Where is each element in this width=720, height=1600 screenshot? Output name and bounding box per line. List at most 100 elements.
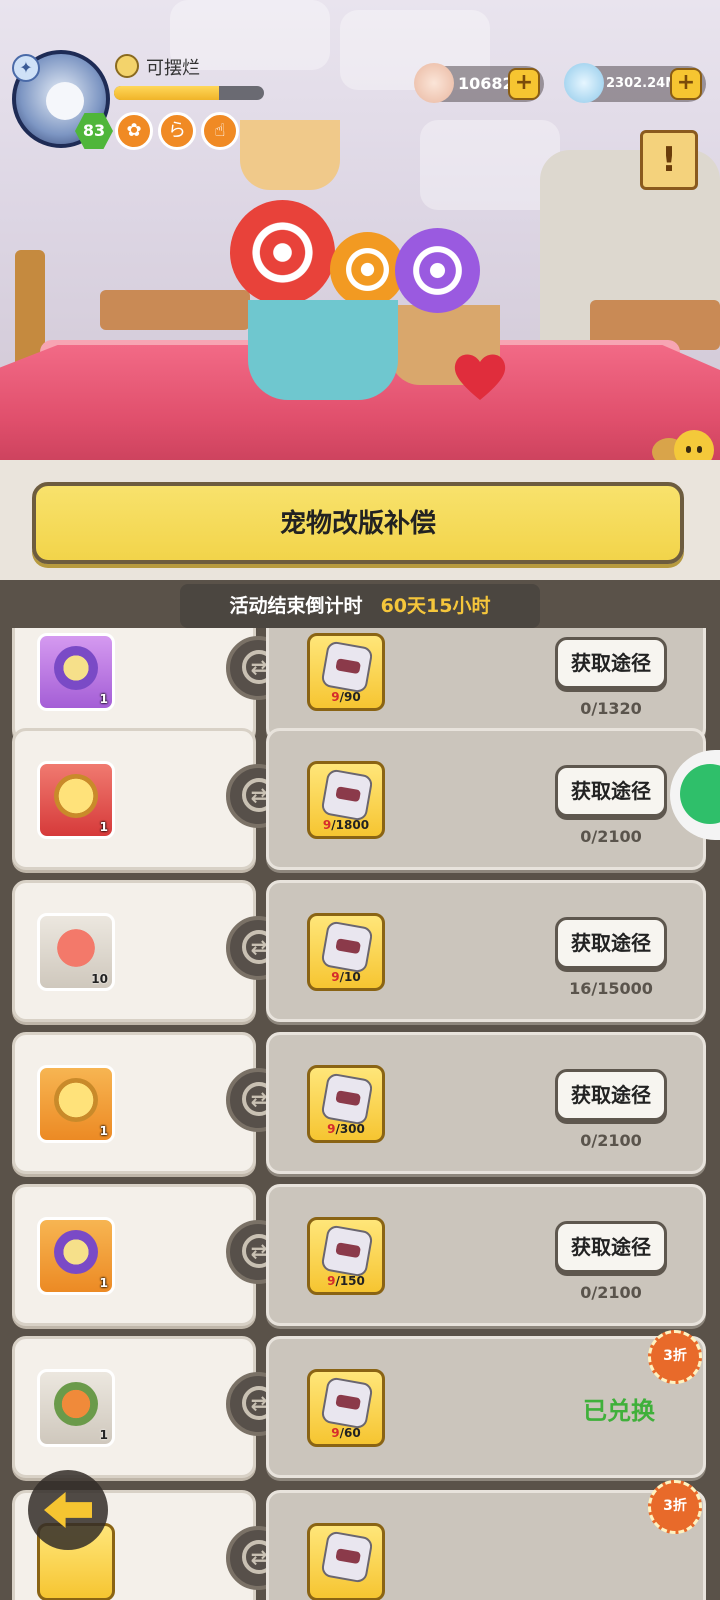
blue-basket (248, 300, 398, 400)
required-need: /1800 (331, 818, 370, 832)
required-need: /90 (339, 690, 361, 704)
required-item-slot[interactable]: 9/60 (307, 1369, 385, 1447)
orange-lollipop (330, 232, 405, 307)
reward-card: 1 (12, 1336, 256, 1478)
crystal-currency-value: 2302.24M (606, 76, 679, 91)
exchange-progress: 0/2100 (580, 1131, 642, 1150)
required-have: 9 (331, 970, 340, 984)
add-crystal-button[interactable]: + (670, 68, 702, 100)
reward-card: 10 (12, 880, 256, 1022)
reward-item-slot[interactable]: 1 (37, 761, 115, 839)
pet-stone-icon (320, 1224, 374, 1278)
reward-item-slot[interactable]: 1 (37, 1369, 115, 1447)
event-title-banner: 宠物改版补偿 (32, 482, 684, 564)
exchange-progress: 0/2100 (580, 1283, 642, 1302)
redeemed-label: 已兑换 (583, 1397, 655, 1425)
purple-chest-icon (54, 646, 98, 690)
get-source-button[interactable]: 获取途径 (555, 765, 667, 817)
back-arrow-icon (44, 1492, 92, 1528)
orange-chest-icon (54, 1078, 98, 1122)
shell-currency-value: 10682 (458, 74, 514, 93)
pet-stone-icon (320, 1376, 374, 1430)
requirement-card: 9/90 获取途径 0/1320 (266, 628, 706, 742)
exchange-row: 1 ⇄ 9/1800 获取途径 0/2100 (0, 728, 720, 876)
starfish-icon (54, 926, 98, 970)
red-chest-icon (54, 774, 98, 818)
required-need: /60 (339, 1426, 361, 1440)
required-item-slot[interactable]: 9/1800 (307, 761, 385, 839)
purple-lollipop (395, 228, 480, 313)
chat-eye (686, 446, 691, 453)
tooth-buff-icon[interactable]: ら (158, 112, 196, 150)
requirement-card: 9/300 获取途径 0/2100 (266, 1032, 706, 1174)
reward-count: 1 (99, 1428, 108, 1442)
requirement-card: 9/60 已兑换 (266, 1336, 706, 1478)
exchange-progress: 0/1320 (580, 699, 642, 718)
fist-buff-icon[interactable]: ☝ (201, 112, 239, 150)
required-count: 9/150 (310, 1274, 382, 1288)
required-need: /300 (335, 1122, 365, 1136)
pet-stone-icon (320, 640, 374, 694)
food-tray-icon (54, 1382, 98, 1426)
crystal-currency: 2302.24M + (564, 63, 706, 103)
candy-bowl (240, 120, 340, 190)
required-count: 9/90 (310, 690, 382, 704)
exchange-progress: 0/2100 (580, 827, 642, 846)
exchange-list[interactable]: 1 ⇄ 9/90 获取途径 0/1320 1 ⇄ 9/1800 获取途径 0/2100 10 ⇄ 9/1… (0, 628, 720, 1600)
emoji-face-icon (115, 54, 139, 78)
reward-count: 1 (99, 820, 108, 834)
chat-eye (697, 446, 702, 453)
required-item-slot[interactable] (307, 1523, 385, 1600)
reward-item-slot[interactable]: 1 (37, 1217, 115, 1295)
exchange-row: 1 ⇄ 9/150 获取途径 0/2100 (0, 1184, 720, 1332)
reward-item-slot[interactable]: 1 (37, 1065, 115, 1143)
avatar-face (46, 82, 84, 120)
exchange-progress: 16/15000 (569, 979, 653, 998)
get-source-button[interactable]: 获取途径 (555, 637, 667, 689)
exchange-row: 10 ⇄ 9/10 获取途径 16/15000 (0, 880, 720, 1028)
xp-bar-fill (114, 86, 219, 100)
exchange-row: ⇄ (0, 1490, 720, 1600)
red-lollipop (230, 200, 335, 305)
crystal-icon (564, 63, 604, 103)
requirement-card: 9/1800 获取途径 0/2100 (266, 728, 706, 870)
required-count: 9/300 (310, 1122, 382, 1136)
player-name: 可摆烂 (146, 58, 200, 79)
reward-item-slot[interactable]: 10 (37, 913, 115, 991)
pet-stone-icon (320, 1072, 374, 1126)
back-button[interactable] (28, 1470, 108, 1550)
chat-icon (680, 764, 720, 824)
notice-scroll-button[interactable]: ! (640, 130, 698, 190)
reward-card: 1 (12, 1032, 256, 1174)
shell-starfish-icon (414, 63, 454, 103)
required-have: 9 (331, 690, 340, 704)
pet-stone-icon (320, 1530, 374, 1584)
required-count: 9/1800 (310, 818, 382, 832)
required-count: 9/60 (310, 1426, 382, 1440)
pet-stone-icon (320, 768, 374, 822)
add-shell-button[interactable]: + (508, 68, 540, 100)
required-count: 9/10 (310, 970, 382, 984)
required-item-slot[interactable]: 9/300 (307, 1065, 385, 1143)
countdown-value: 60天15小时 (380, 595, 491, 617)
reward-item-slot[interactable]: 1 (37, 633, 115, 711)
get-source-button[interactable]: 获取途径 (555, 1221, 667, 1273)
reward-count: 1 (99, 1124, 108, 1138)
reward-card: 1 (12, 1184, 256, 1326)
exchange-row: 1 ⇄ 9/60 已兑换 (0, 1336, 720, 1484)
countdown-bar: 活动结束倒计时 60天15小时 (180, 584, 540, 628)
get-source-button[interactable]: 获取途径 (555, 1069, 667, 1121)
discount-badge: 3折 (648, 1330, 702, 1384)
required-have: 9 (331, 1426, 340, 1440)
paw-buff-icon[interactable]: ✿ (115, 112, 153, 150)
countdown-label: 活动结束倒计时 (229, 595, 363, 617)
exchange-row: 1 ⇄ 9/300 获取途径 0/2100 (0, 1032, 720, 1180)
required-item-slot[interactable]: 9/10 (307, 913, 385, 991)
get-source-button[interactable]: 获取途径 (555, 917, 667, 969)
reward-count: 1 (99, 692, 108, 706)
reward-card: 1 (12, 628, 256, 742)
required-item-slot[interactable]: 9/90 (307, 633, 385, 711)
required-item-slot[interactable]: 9/150 (307, 1217, 385, 1295)
requirement-card: 9/10 获取途径 16/15000 (266, 880, 706, 1022)
reward-count: 10 (91, 972, 108, 986)
